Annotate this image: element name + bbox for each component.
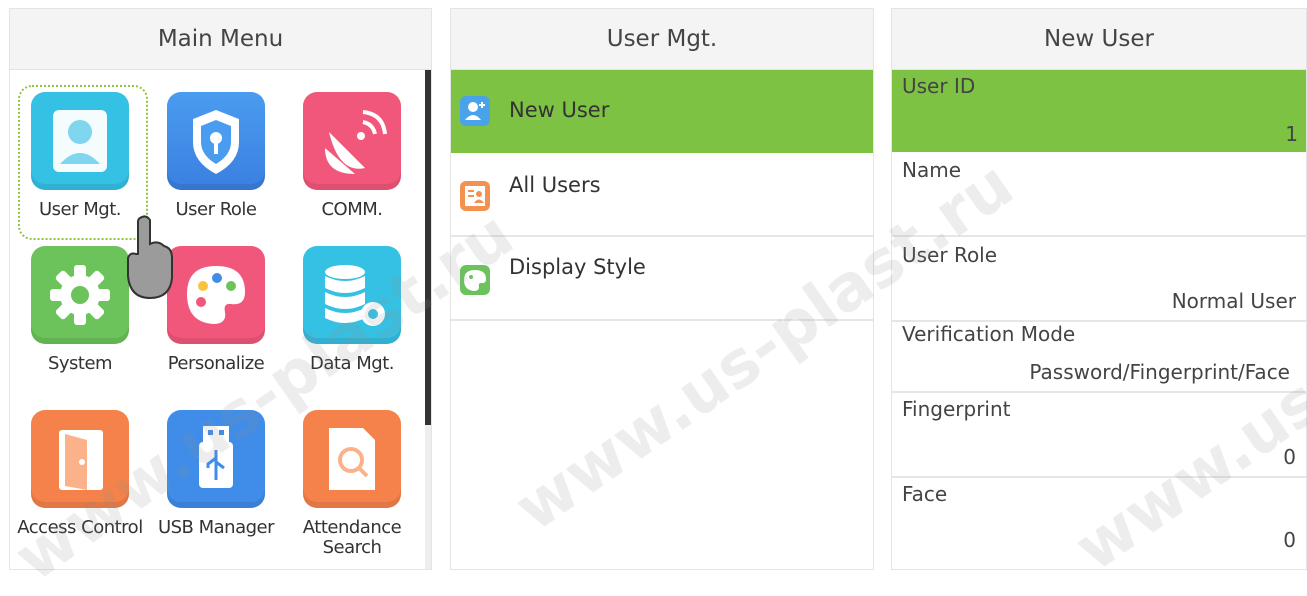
satellite-dish-icon <box>303 92 401 190</box>
menu-scroll-thumb[interactable] <box>425 70 431 425</box>
new-user-panel: New User User ID 1 Name User Role Normal… <box>891 8 1307 570</box>
field-face[interactable]: Face 0 <box>892 478 1306 568</box>
field-verification-mode[interactable]: Verification Mode Password/Fingerprint/F… <box>892 322 1306 393</box>
new-user-title: New User <box>892 9 1306 70</box>
all-users-icon <box>460 181 490 211</box>
user-icon <box>31 92 129 190</box>
display-style-icon <box>460 265 490 295</box>
user-mgt-title: User Mgt. <box>451 9 873 70</box>
field-fingerprint[interactable]: Fingerprint 0 <box>892 393 1306 478</box>
list-item-display-style[interactable]: Display Style <box>451 237 873 321</box>
document-search-icon <box>303 410 401 508</box>
list-item-new-user[interactable]: New User <box>451 70 873 153</box>
field-name[interactable]: Name <box>892 152 1306 237</box>
list-item-all-users[interactable]: All Users <box>451 153 873 237</box>
shield-key-icon <box>167 92 265 190</box>
door-icon <box>31 410 129 508</box>
main-menu-panel: Main Menu User Mgt. User Role COMM. Syst… <box>9 8 432 570</box>
main-menu-title: Main Menu <box>10 9 431 70</box>
field-user-id[interactable]: User ID 1 <box>892 70 1306 152</box>
main-menu-grid: User Mgt. User Role COMM. System Persona… <box>10 70 425 569</box>
new-user-icon <box>460 96 490 126</box>
pointer-hand-icon <box>127 215 173 300</box>
usb-icon <box>167 410 265 508</box>
user-mgt-panel: User Mgt. New User All Users Display Sty… <box>450 8 874 570</box>
database-gear-icon <box>303 246 401 344</box>
palette-icon <box>167 246 265 344</box>
gear-icon <box>31 246 129 344</box>
field-user-role[interactable]: User Role Normal User <box>892 237 1306 322</box>
